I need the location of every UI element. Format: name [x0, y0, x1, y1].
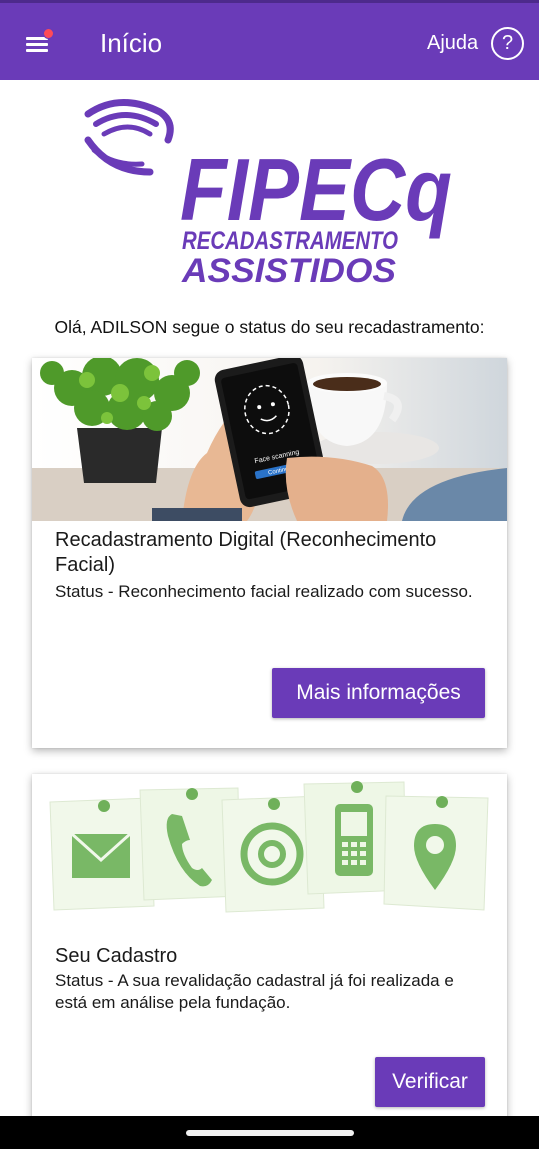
system-nav-bar: [0, 1116, 539, 1149]
mail-icon: [70, 832, 132, 878]
more-info-button[interactable]: Mais informações: [272, 668, 485, 718]
card-title: Recadastramento Digital (Reconhecimento …: [55, 529, 437, 576]
logo-line2: ASSISTIDOS: [181, 252, 396, 290]
fipecq-logo: FIPECq RECADASTRAMENTO ASSISTIDOS: [84, 99, 452, 290]
mobile-phone-icon: [335, 804, 373, 876]
facial-recognition-card: Face scanning Continue Recadastramento D…: [32, 358, 507, 748]
notification-dot: [43, 28, 54, 39]
page-title: Início: [100, 28, 163, 58]
verify-button[interactable]: Verificar: [375, 1057, 485, 1107]
menu-icon[interactable]: [22, 28, 54, 57]
app-bar: Início Ajuda ?: [0, 0, 539, 80]
contact-notes-illustration: [49, 781, 489, 913]
face-scanning-photo: Face scanning Continue: [32, 358, 507, 521]
home-gesture-handle[interactable]: [186, 1130, 354, 1136]
registration-card: Seu Cadastro Status - A sua revalidação …: [32, 774, 507, 1124]
hands-emblem-icon: [84, 99, 174, 176]
card-status: Status - A sua revalidação cadastral já …: [55, 971, 454, 1012]
help-icon[interactable]: ?: [491, 27, 524, 60]
greeting-text: Olá, ADILSON segue o status do seu recad…: [54, 317, 485, 337]
logo-brand: FIPECq: [180, 140, 452, 239]
logo-line1: RECADASTRAMENTO: [182, 227, 398, 255]
help-link[interactable]: Ajuda: [427, 32, 478, 55]
card-status: Status - Reconhecimento facial realizado…: [55, 582, 473, 601]
card-title: Seu Cadastro: [55, 945, 178, 967]
